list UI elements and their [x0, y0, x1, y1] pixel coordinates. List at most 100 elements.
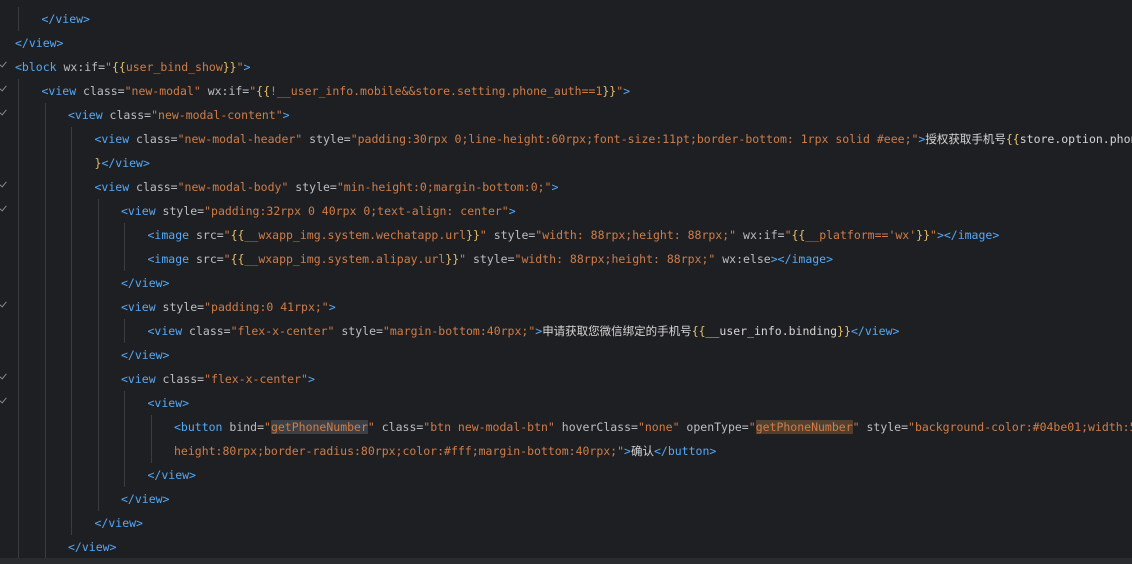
- code-token: <view: [121, 300, 163, 314]
- code-token: ": [264, 420, 271, 434]
- code-token: style=: [859, 420, 909, 434]
- code-token: "new-modal": [124, 84, 201, 98]
- code-token: "flex-x-center": [204, 372, 308, 386]
- code-text: <view class="new-modal-header" style="pa…: [95, 127, 1132, 151]
- code-token: class=: [189, 324, 231, 338]
- code-line[interactable]: <view class="flex-x-center">: [0, 367, 1132, 391]
- code-line[interactable]: </view>: [0, 7, 1132, 31]
- code-text: </view>: [15, 31, 63, 55]
- code-line[interactable]: <view class="new-modal-content">: [0, 103, 1132, 127]
- code-line[interactable]: </view>: [0, 463, 1132, 487]
- code-token: </view>: [41, 12, 90, 26]
- code-token: >: [243, 60, 251, 74]
- code-token: __wxapp_img.system.alipay.url: [244, 252, 446, 266]
- code-token: hoverClass=: [554, 420, 638, 434]
- code-token: style=: [486, 228, 536, 242]
- code-text: <view style="padding:0 41rpx;">: [121, 295, 336, 319]
- code-token: </view>: [94, 516, 143, 530]
- code-text: <view class="new-modal-content">: [68, 103, 290, 127]
- code-token: class=: [136, 132, 178, 146]
- code-token: "none": [637, 420, 680, 434]
- code-token: <view: [121, 372, 163, 386]
- code-token: ": [479, 228, 487, 242]
- code-text: <view class="new-modal-body" style="min-…: [95, 175, 559, 199]
- code-token: "min-height:0;margin-bottom:0;": [336, 180, 552, 194]
- code-token: <view: [68, 108, 110, 122]
- code-text: </view>: [148, 463, 196, 487]
- code-token: <view: [94, 180, 137, 194]
- code-line[interactable]: <image src="{{__wxapp_img.system.alipay.…: [0, 247, 1132, 271]
- code-line[interactable]: <block wx:if="{{user_bind_show}}">: [0, 55, 1132, 79]
- code-token: wx:if=: [63, 60, 106, 74]
- code-text: </view>: [42, 7, 90, 31]
- code-line[interactable]: </view>: [0, 511, 1132, 535]
- code-line[interactable]: }</view>: [0, 151, 1132, 175]
- code-line[interactable]: </view>: [0, 535, 1132, 558]
- code-line[interactable]: <view class="new-modal" wx:if="{{!__user…: [0, 79, 1132, 103]
- horizontal-scrollbar[interactable]: [0, 558, 1132, 564]
- fold-check-icon[interactable]: [0, 79, 10, 103]
- code-token: {{: [111, 60, 126, 74]
- code-editor[interactable]: </view> </view> <block wx:if="{{user_bind_…: [0, 0, 1132, 558]
- code-token: src=: [195, 228, 224, 242]
- code-line[interactable]: <button bind="getPhoneNumber" class="btn…: [0, 415, 1132, 439]
- code-token: style=: [334, 324, 383, 338]
- code-token: <view>: [147, 396, 190, 410]
- code-line[interactable]: <view class="new-modal-body" style="min-…: [0, 175, 1132, 199]
- code-token: "btn new-modal-btn": [423, 420, 555, 434]
- code-token: }}: [916, 228, 930, 242]
- code-token: }}: [466, 228, 480, 242]
- code-token: class=: [83, 84, 125, 98]
- code-token: class=: [109, 108, 152, 122]
- fold-check-icon[interactable]: [0, 199, 10, 223]
- code-token: 申请获取您微信绑定的手机号: [542, 324, 692, 338]
- code-token: wx:if=: [736, 228, 785, 242]
- fold-check-icon[interactable]: [0, 391, 10, 415]
- code-token: ": [852, 420, 860, 434]
- code-token: ": [223, 252, 231, 266]
- code-line[interactable]: <view class="flex-x-center" style="margi…: [0, 319, 1132, 343]
- code-token: wx:if=: [200, 84, 250, 98]
- code-token: <view: [41, 84, 84, 98]
- code-text: </view>: [121, 271, 169, 295]
- code-token: {{: [230, 252, 245, 266]
- code-line[interactable]: height:80rpx;border-radius:80rpx;color:#…: [0, 439, 1132, 463]
- code-token: "new-modal-body": [177, 180, 289, 194]
- code-token: </button>: [653, 444, 717, 458]
- fold-check-icon[interactable]: [0, 367, 10, 391]
- code-token: </view>: [147, 468, 196, 482]
- code-token: class=: [162, 372, 205, 386]
- code-line[interactable]: </view>: [0, 271, 1132, 295]
- code-token: style=: [162, 204, 205, 218]
- code-text: </view>: [68, 535, 116, 558]
- code-token: }}: [445, 252, 460, 266]
- code-token: "width: 88rpx;height: 88rpx;": [514, 252, 716, 266]
- code-token: __user_info.binding: [705, 324, 838, 338]
- code-text: <block wx:if="{{user_bind_show}}">: [15, 55, 250, 79]
- fold-check-icon[interactable]: [0, 175, 10, 199]
- code-text: <view class="new-modal" wx:if="{{!__user…: [42, 79, 631, 103]
- code-line[interactable]: <image src="{{__wxapp_img.system.wechata…: [0, 223, 1132, 247]
- code-token: bind=: [229, 420, 265, 434]
- code-token: getPhoneNumber: [755, 420, 853, 434]
- fold-check-icon[interactable]: [0, 295, 10, 319]
- code-token: style=: [162, 300, 205, 314]
- code-line[interactable]: <view>: [0, 391, 1132, 415]
- code-token: }}: [222, 60, 237, 74]
- code-token: </view>: [850, 324, 900, 338]
- code-token: ></image>: [770, 252, 834, 266]
- code-token: {{: [791, 228, 806, 242]
- code-token: >: [328, 300, 336, 314]
- code-token: height:80rpx;border-radius:80rpx;color:#…: [174, 444, 625, 458]
- code-line[interactable]: <view style="padding:32rpx 0 40rpx 0;tex…: [0, 199, 1132, 223]
- code-token: ": [784, 228, 792, 242]
- code-line[interactable]: </view>: [0, 343, 1132, 367]
- fold-check-icon[interactable]: [0, 103, 10, 127]
- code-token: >: [508, 204, 516, 218]
- code-line[interactable]: <view style="padding:0 41rpx;">: [0, 295, 1132, 319]
- code-token: "width: 88rpx;height: 88rpx;": [535, 228, 737, 242]
- code-line[interactable]: </view>: [0, 31, 1132, 55]
- code-line[interactable]: <view class="new-modal-header" style="pa…: [0, 127, 1132, 151]
- fold-check-icon[interactable]: [0, 55, 10, 79]
- code-line[interactable]: </view>: [0, 487, 1132, 511]
